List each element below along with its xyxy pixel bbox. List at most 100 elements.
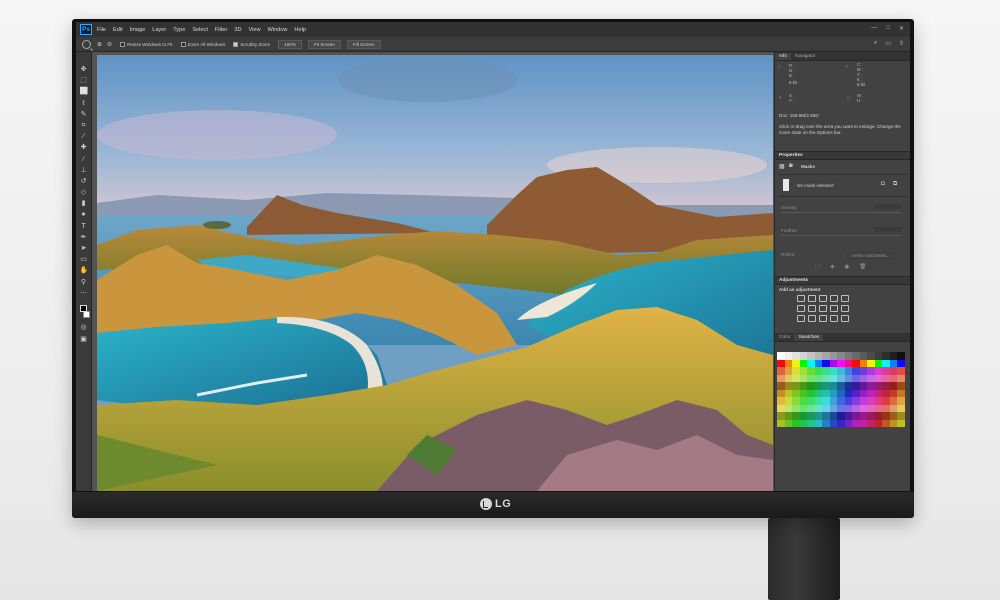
color-swatch[interactable] — [777, 419, 785, 427]
color-swatch[interactable] — [882, 412, 890, 420]
screen-mode-icon[interactable]: ▣ — [80, 336, 88, 344]
background-color-swatch[interactable] — [83, 311, 90, 319]
fill-screen-button[interactable]: Fill Screen — [346, 39, 381, 49]
search-icon[interactable]: ⌕ — [874, 40, 877, 47]
color-swatch[interactable] — [844, 419, 852, 427]
color-swatch[interactable] — [874, 359, 882, 367]
menu-view[interactable]: View — [248, 27, 260, 33]
color-swatch[interactable] — [859, 389, 867, 397]
color-swatch[interactable] — [844, 374, 852, 382]
color-swatch[interactable] — [792, 397, 800, 405]
color-swatch[interactable] — [867, 412, 875, 420]
levels-icon[interactable] — [808, 295, 816, 302]
feather-slider[interactable] — [781, 235, 901, 236]
color-swatch[interactable] — [784, 389, 792, 397]
color-swatch[interactable] — [814, 419, 822, 427]
color-swatch[interactable] — [777, 352, 785, 360]
menu-help[interactable]: Help — [294, 27, 306, 33]
color-swatch[interactable] — [822, 352, 830, 360]
color-swatch[interactable] — [837, 404, 845, 412]
color-swatch[interactable] — [874, 419, 882, 427]
color-swatch[interactable] — [784, 359, 792, 367]
more-tools-icon[interactable]: ⋯ — [80, 290, 88, 298]
color-swatch[interactable] — [844, 352, 852, 360]
zoom-tool-icon[interactable] — [82, 39, 91, 49]
selective-color-icon[interactable] — [841, 315, 849, 322]
share-icon[interactable]: ⇧ — [899, 40, 904, 47]
color-swatch[interactable] — [822, 397, 830, 405]
color-swatch[interactable] — [897, 389, 905, 397]
color-swatch[interactable] — [822, 367, 830, 375]
color-swatch[interactable] — [882, 367, 890, 375]
zoom-tool-icon[interactable]: ⚲ — [80, 279, 88, 287]
color-swatch[interactable] — [882, 352, 890, 360]
color-swatch[interactable] — [807, 419, 815, 427]
add-pixel-mask-icon[interactable]: ◘ — [881, 181, 885, 187]
tab-info[interactable]: Info — [775, 53, 792, 60]
color-swatch[interactable] — [844, 389, 852, 397]
tab-navigator[interactable]: Navigator — [791, 53, 820, 60]
menu-file[interactable]: File — [97, 27, 106, 33]
color-swatch[interactable] — [874, 397, 882, 405]
color-swatch[interactable] — [829, 419, 837, 427]
load-selection-icon[interactable]: ⬚ — [815, 264, 820, 270]
color-swatch[interactable] — [807, 397, 815, 405]
color-swatch[interactable] — [822, 419, 830, 427]
color-swatch[interactable] — [859, 412, 867, 420]
menu-layer[interactable]: Layer — [152, 27, 166, 33]
color-swatch[interactable] — [829, 397, 837, 405]
crop-tool-icon[interactable]: ⌗ — [80, 122, 88, 130]
feather-field[interactable] — [875, 227, 901, 232]
color-swatch[interactable] — [837, 382, 845, 390]
menu-type[interactable]: Type — [173, 27, 185, 33]
color-swatch[interactable] — [784, 382, 792, 390]
zoom-100-button[interactable]: 100% — [278, 39, 302, 49]
color-swatch[interactable] — [852, 367, 860, 375]
fit-screen-button[interactable]: Fit Screen — [307, 39, 341, 49]
color-swatch[interactable] — [814, 367, 822, 375]
density-slider[interactable] — [781, 212, 901, 213]
color-swatch[interactable] — [837, 419, 845, 427]
color-swatch[interactable] — [792, 389, 800, 397]
color-swatch[interactable] — [807, 404, 815, 412]
brush-tool-icon[interactable]: ∕ — [80, 156, 88, 164]
color-swatch[interactable] — [897, 404, 905, 412]
color-swatch[interactable] — [829, 389, 837, 397]
color-swatch[interactable] — [829, 374, 837, 382]
color-swatch[interactable] — [792, 382, 800, 390]
foreground-color-swatch[interactable] — [80, 304, 87, 312]
color-swatch[interactable] — [867, 374, 875, 382]
quick-mask-icon[interactable]: ◎ — [80, 324, 88, 332]
color-swatch[interactable] — [844, 382, 852, 390]
color-swatch[interactable] — [889, 404, 897, 412]
vibrance-icon[interactable] — [841, 295, 849, 302]
color-swatch[interactable] — [814, 404, 822, 412]
workspace-icon[interactable]: ▭ — [885, 40, 891, 47]
color-swatch[interactable] — [777, 389, 785, 397]
color-swatch[interactable] — [859, 352, 867, 360]
color-swatch[interactable] — [784, 352, 792, 360]
color-swatch[interactable] — [889, 419, 897, 427]
path-select-icon[interactable]: ➤ — [80, 245, 88, 253]
color-swatch[interactable] — [822, 374, 830, 382]
color-swatch[interactable] — [859, 397, 867, 405]
color-swatch[interactable] — [867, 419, 875, 427]
color-swatch[interactable] — [777, 374, 785, 382]
color-swatch[interactable] — [829, 367, 837, 375]
color-swatch[interactable] — [822, 412, 830, 420]
color-swatch[interactable] — [882, 397, 890, 405]
color-swatch[interactable] — [814, 412, 822, 420]
color-swatch[interactable] — [844, 397, 852, 405]
color-swatch[interactable] — [859, 359, 867, 367]
exposure-icon[interactable] — [830, 295, 838, 302]
color-swatch[interactable] — [792, 419, 800, 427]
color-swatch[interactable] — [799, 397, 807, 405]
color-swatch[interactable] — [814, 374, 822, 382]
color-swatch[interactable] — [867, 404, 875, 412]
move-tool-icon[interactable]: ✥ — [80, 66, 88, 74]
color-swatch[interactable] — [889, 389, 897, 397]
pixel-layer-icon[interactable]: ▦ — [779, 163, 785, 170]
menu-filter[interactable]: Filter — [215, 27, 227, 33]
color-swatch[interactable] — [874, 367, 882, 375]
channel-mixer-icon[interactable] — [841, 305, 849, 312]
